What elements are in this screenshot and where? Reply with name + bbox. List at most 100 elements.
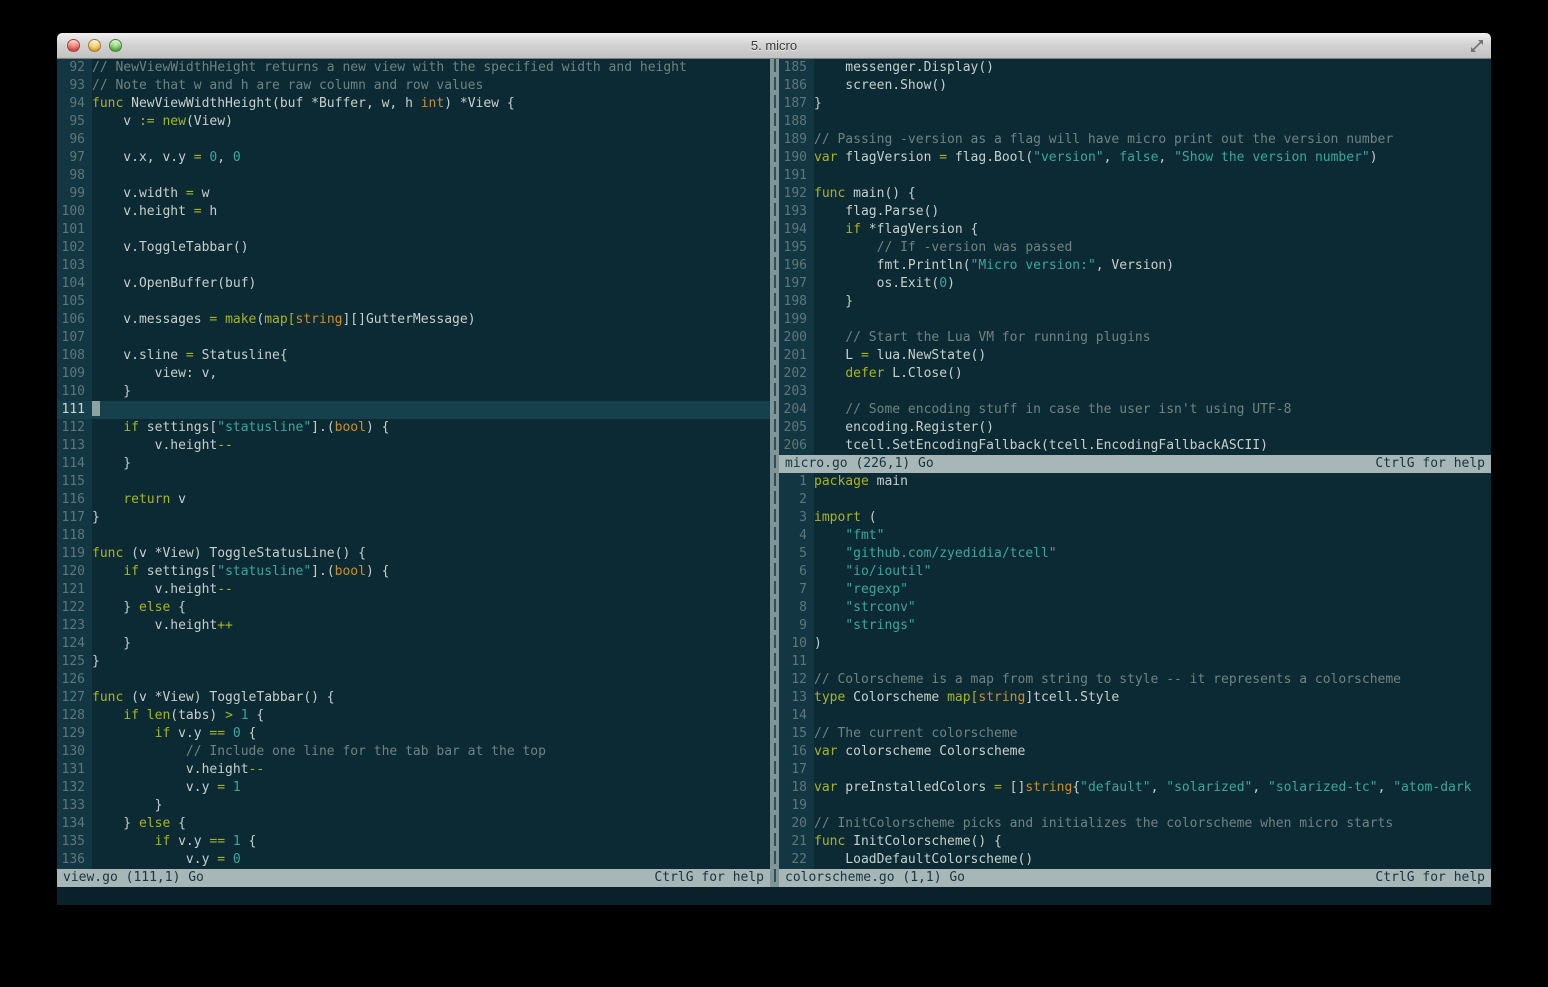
code-line[interactable]: 132 v.y = 1 xyxy=(57,779,770,797)
code-line[interactable]: 97 v.x, v.y = 0, 0 xyxy=(57,149,770,167)
pane-divider[interactable] xyxy=(770,59,779,887)
code-line[interactable]: 99 v.width = w xyxy=(57,185,770,203)
code-line[interactable]: 8 "strconv" xyxy=(779,599,1491,617)
code-line[interactable]: 133 } xyxy=(57,797,770,815)
code-line[interactable]: 93// Note that w and h are raw column an… xyxy=(57,77,770,95)
code-line[interactable]: 191 xyxy=(779,167,1491,185)
code-line[interactable]: 106 v.messages = make(map[string][]Gutte… xyxy=(57,311,770,329)
code-line[interactable]: 204 // Some encoding stuff in case the u… xyxy=(779,401,1491,419)
code-line[interactable]: 18var preInstalledColors = []string{"def… xyxy=(779,779,1491,797)
code-text: v.sline = Statusline{ xyxy=(92,347,770,365)
code-line[interactable]: 193 flag.Parse() xyxy=(779,203,1491,221)
code-line[interactable]: 201 L = lua.NewState() xyxy=(779,347,1491,365)
code-line[interactable]: 98 xyxy=(57,167,770,185)
code-line[interactable]: 113 v.height-- xyxy=(57,437,770,455)
code-line[interactable]: 111 xyxy=(57,401,770,419)
code-line[interactable]: 104 v.OpenBuffer(buf) xyxy=(57,275,770,293)
code-line[interactable]: 2 xyxy=(779,491,1491,509)
code-line[interactable]: 107 xyxy=(57,329,770,347)
code-line[interactable]: 116 return v xyxy=(57,491,770,509)
code-line[interactable]: 205 encoding.Register() xyxy=(779,419,1491,437)
title-bar[interactable]: 5. micro xyxy=(57,33,1491,59)
code-line[interactable]: 22 LoadDefaultColorscheme() xyxy=(779,851,1491,869)
code-text: "strings" xyxy=(814,617,1491,635)
code-line[interactable]: 102 v.ToggleTabbar() xyxy=(57,239,770,257)
code-line[interactable]: 197 os.Exit(0) xyxy=(779,275,1491,293)
code-line[interactable]: 185 messenger.Display() xyxy=(779,59,1491,77)
code-line[interactable]: 119func (v *View) ToggleStatusLine() { xyxy=(57,545,770,563)
code-line[interactable]: 199 xyxy=(779,311,1491,329)
code-line[interactable]: 100 v.height = h xyxy=(57,203,770,221)
code-line[interactable]: 105 xyxy=(57,293,770,311)
code-line[interactable]: 134 } else { xyxy=(57,815,770,833)
code-line[interactable]: 203 xyxy=(779,383,1491,401)
code-line[interactable]: 112 if settings["statusline"].(bool) { xyxy=(57,419,770,437)
code-line[interactable]: 103 xyxy=(57,257,770,275)
code-line[interactable]: 196 fmt.Println("Micro version:", Versio… xyxy=(779,257,1491,275)
code-line[interactable]: 123 v.height++ xyxy=(57,617,770,635)
code-line[interactable]: 92// NewViewWidthHeight returns a new vi… xyxy=(57,59,770,77)
code-line[interactable]: 194 if *flagVersion { xyxy=(779,221,1491,239)
code-line[interactable]: 126 xyxy=(57,671,770,689)
code-line[interactable]: 15// The current colorscheme xyxy=(779,725,1491,743)
code-line[interactable]: 136 v.y = 0 xyxy=(57,851,770,869)
resize-icon[interactable] xyxy=(1470,39,1484,53)
code-area-colorscheme[interactable]: 1package main23import (4 "fmt"5 "github.… xyxy=(779,473,1491,869)
code-line[interactable]: 206 tcell.SetEncodingFallback(tcell.Enco… xyxy=(779,437,1491,455)
code-line[interactable]: 202 defer L.Close() xyxy=(779,365,1491,383)
code-line[interactable]: 190var flagVersion = flag.Bool("version"… xyxy=(779,149,1491,167)
code-line[interactable]: 131 v.height-- xyxy=(57,761,770,779)
code-line[interactable]: 120 if settings["statusline"].(bool) { xyxy=(57,563,770,581)
code-line[interactable]: 21func InitColorscheme() { xyxy=(779,833,1491,851)
code-line[interactable]: 4 "fmt" xyxy=(779,527,1491,545)
code-line[interactable]: 189// Passing -version as a flag will ha… xyxy=(779,131,1491,149)
code-line[interactable]: 1package main xyxy=(779,473,1491,491)
code-line[interactable]: 118 xyxy=(57,527,770,545)
code-line[interactable]: 16var colorscheme Colorscheme xyxy=(779,743,1491,761)
code-line[interactable]: 110 } xyxy=(57,383,770,401)
code-line[interactable]: 125} xyxy=(57,653,770,671)
code-line[interactable]: 115 xyxy=(57,473,770,491)
code-text: v.messages = make(map[string][]GutterMes… xyxy=(92,311,770,329)
code-line[interactable]: 19 xyxy=(779,797,1491,815)
code-line[interactable]: 11 xyxy=(779,653,1491,671)
code-line[interactable]: 13type Colorscheme map[string]tcell.Styl… xyxy=(779,689,1491,707)
code-line[interactable]: 127func (v *View) ToggleTabbar() { xyxy=(57,689,770,707)
code-line[interactable]: 198 } xyxy=(779,293,1491,311)
code-line[interactable]: 20// InitColorscheme picks and initializ… xyxy=(779,815,1491,833)
code-text: tcell.SetEncodingFallback(tcell.Encoding… xyxy=(814,437,1491,455)
code-line[interactable]: 121 v.height-- xyxy=(57,581,770,599)
code-line[interactable]: 95 v := new(View) xyxy=(57,113,770,131)
code-line[interactable]: 9 "strings" xyxy=(779,617,1491,635)
code-line[interactable]: 101 xyxy=(57,221,770,239)
code-line[interactable]: 94func NewViewWidthHeight(buf *Buffer, w… xyxy=(57,95,770,113)
code-line[interactable]: 109 view: v, xyxy=(57,365,770,383)
code-line[interactable]: 10) xyxy=(779,635,1491,653)
code-line[interactable]: 195 // If -version was passed xyxy=(779,239,1491,257)
code-line[interactable]: 186 screen.Show() xyxy=(779,77,1491,95)
code-area-micro[interactable]: 185 messenger.Display()186 screen.Show()… xyxy=(779,59,1491,455)
code-line[interactable]: 135 if v.y == 1 { xyxy=(57,833,770,851)
code-line[interactable]: 122 } else { xyxy=(57,599,770,617)
code-line[interactable]: 6 "io/ioutil" xyxy=(779,563,1491,581)
code-line[interactable]: 17 xyxy=(779,761,1491,779)
code-line[interactable]: 108 v.sline = Statusline{ xyxy=(57,347,770,365)
code-line[interactable]: 14 xyxy=(779,707,1491,725)
code-line[interactable]: 114 } xyxy=(57,455,770,473)
code-line[interactable]: 200 // Start the Lua VM for running plug… xyxy=(779,329,1491,347)
code-line[interactable]: 12// Colorscheme is a map from string to… xyxy=(779,671,1491,689)
code-line[interactable]: 187} xyxy=(779,95,1491,113)
code-text: // Colorscheme is a map from string to s… xyxy=(814,671,1491,689)
code-area-view[interactable]: 92// NewViewWidthHeight returns a new vi… xyxy=(57,59,770,869)
code-line[interactable]: 192func main() { xyxy=(779,185,1491,203)
code-line[interactable]: 5 "github.com/zyedidia/tcell" xyxy=(779,545,1491,563)
code-line[interactable]: 3import ( xyxy=(779,509,1491,527)
code-line[interactable]: 7 "regexp" xyxy=(779,581,1491,599)
code-line[interactable]: 128 if len(tabs) > 1 { xyxy=(57,707,770,725)
code-line[interactable]: 117} xyxy=(57,509,770,527)
code-line[interactable]: 96 xyxy=(57,131,770,149)
code-line[interactable]: 188 xyxy=(779,113,1491,131)
code-line[interactable]: 129 if v.y == 0 { xyxy=(57,725,770,743)
code-line[interactable]: 130 // Include one line for the tab bar … xyxy=(57,743,770,761)
code-line[interactable]: 124 } xyxy=(57,635,770,653)
